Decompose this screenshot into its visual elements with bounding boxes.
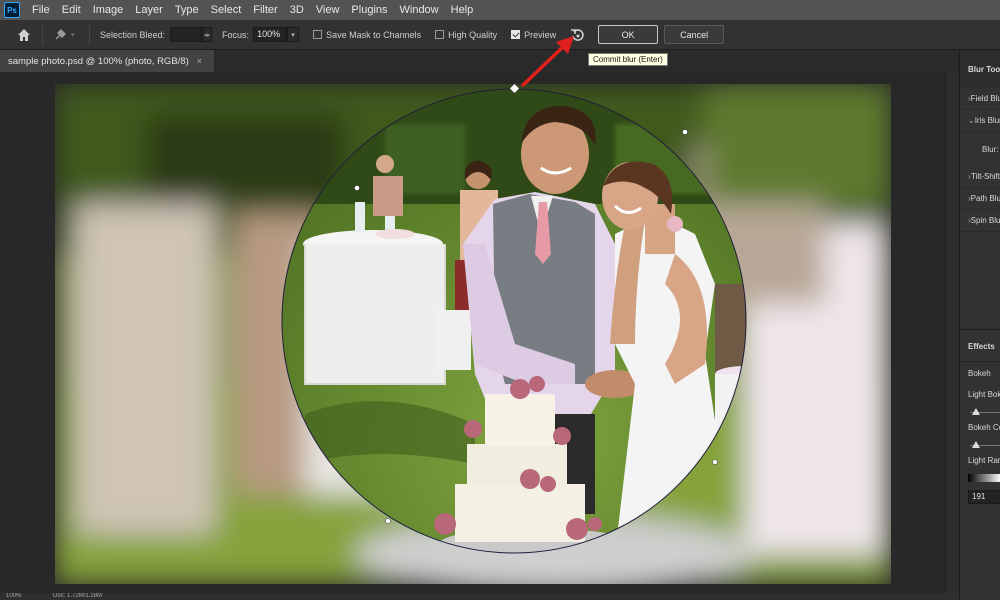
red-arrow-icon xyxy=(520,36,574,88)
commit-blur-tooltip: Commit blur (Enter) xyxy=(588,53,668,66)
